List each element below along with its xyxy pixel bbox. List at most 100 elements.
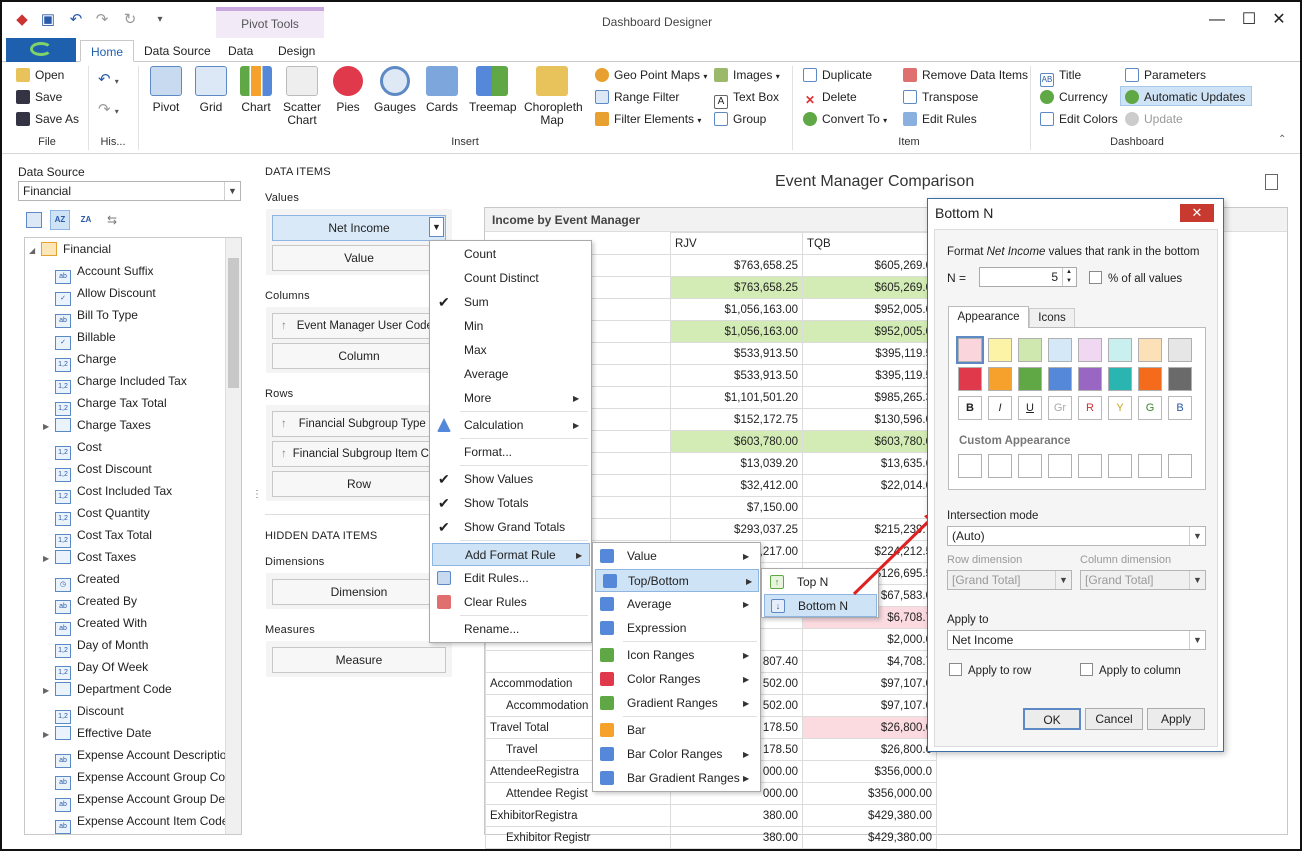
title-button[interactable]: AB Title	[1040, 65, 1081, 87]
font-style-button[interactable]: B	[958, 396, 982, 420]
financial-subgroup-type-item[interactable]: ↑ Financial Subgroup Type	[272, 411, 446, 437]
field-item[interactable]: ▶ Effective Date	[43, 722, 151, 744]
field-item[interactable]: ab Expense Account Item Code	[43, 810, 228, 834]
style-swatch[interactable]	[1078, 367, 1102, 391]
group-button[interactable]: Group	[714, 109, 766, 129]
style-swatch[interactable]	[1168, 338, 1192, 362]
net-income-dropdown-icon[interactable]: ▼	[429, 217, 444, 237]
financial-subgroup-item-item[interactable]: ↑ Financial Subgroup Item C...	[272, 441, 446, 467]
delete-button[interactable]: ✕ Delete	[803, 87, 857, 107]
style-swatch[interactable]	[988, 338, 1012, 362]
custom-appearance-slot[interactable]	[1048, 454, 1072, 478]
custom-appearance-slot[interactable]	[958, 454, 982, 478]
field-item[interactable]: 1,2 Charge Included Tax	[43, 370, 187, 394]
undo-icon[interactable]: ↶	[68, 12, 84, 28]
field-item[interactable]: 1,2 Cost Included Tax	[43, 480, 172, 504]
menu-item-bar-color-ranges[interactable]: Bar Color Ranges ▶	[593, 743, 760, 766]
expand-icon[interactable]: ▶	[43, 416, 55, 438]
field-item[interactable]: ab Created By	[43, 590, 137, 614]
tab-data[interactable]: Data	[218, 40, 263, 62]
expand-icon[interactable]: ▶	[43, 724, 55, 746]
refresh-icon[interactable]: ↻	[122, 12, 138, 28]
tab-icons[interactable]: Icons	[1029, 308, 1075, 328]
redo-button[interactable]: ↷ ▾	[98, 100, 119, 120]
menu-item-value[interactable]: Value ▶	[593, 545, 760, 568]
field-item[interactable]: ▶ Cost Taxes	[43, 546, 136, 568]
field-item[interactable]: 1,2 Cost Tax Total	[43, 524, 152, 548]
expand-icon[interactable]: ▶	[43, 548, 55, 570]
font-style-button[interactable]: Gr	[1048, 396, 1072, 420]
column-dimension-combo[interactable]: [Grand Total] ▼	[1080, 570, 1206, 590]
filter-elements-button[interactable]: Filter Elements ▾	[595, 109, 701, 129]
field-item[interactable]: 1,2 Cost Quantity	[43, 502, 150, 526]
menu-item-max[interactable]: Max	[430, 339, 591, 362]
menu-item-show-grand-totals[interactable]: ✔ Show Grand Totals	[430, 516, 591, 539]
field-item[interactable]: 1,2 Cost Discount	[43, 458, 152, 482]
apply-button[interactable]: Apply	[1147, 708, 1205, 730]
font-style-button[interactable]: B	[1168, 396, 1192, 420]
application-button[interactable]	[6, 38, 76, 62]
menu-item-min[interactable]: Min	[430, 315, 591, 338]
style-swatch[interactable]	[1138, 338, 1162, 362]
tab-data-source[interactable]: Data Source	[134, 40, 221, 62]
remove-data-items-button[interactable]: Remove Data Items	[903, 65, 1028, 85]
minimize-button[interactable]: —	[1202, 8, 1232, 32]
row-header[interactable]: Exhibitor Registr	[485, 826, 671, 849]
custom-appearance-slot[interactable]	[1078, 454, 1102, 478]
scrollbar-thumb[interactable]	[228, 258, 239, 388]
text-box-button[interactable]: A Text Box	[714, 87, 779, 109]
menu-item-bar-gradient-ranges[interactable]: Bar Gradient Ranges ▶	[593, 767, 760, 790]
font-style-button[interactable]: U	[1018, 396, 1042, 420]
style-swatch[interactable]	[1108, 338, 1132, 362]
scatter-chart-button[interactable]: Scatter Chart	[279, 66, 325, 127]
style-swatch[interactable]	[1048, 367, 1072, 391]
chart-button[interactable]: Chart	[233, 66, 279, 114]
undo-button[interactable]: ↶ ▾	[98, 70, 119, 90]
style-swatch[interactable]	[1048, 338, 1072, 362]
group-by-type-icon[interactable]	[26, 212, 42, 228]
font-style-button[interactable]: Y	[1108, 396, 1132, 420]
field-item[interactable]: 1,2 Charge	[43, 348, 116, 372]
column-header-rjv[interactable]: RJV	[670, 232, 803, 255]
menu-item-average[interactable]: Average ▶	[593, 593, 760, 616]
percent-checkbox[interactable]: % of all values	[1089, 271, 1182, 285]
tree-root-financial[interactable]: ◢ Financial	[29, 238, 111, 260]
style-swatch[interactable]	[1138, 367, 1162, 391]
column-header-tqb[interactable]: TQB	[802, 232, 937, 255]
row-header[interactable]: ExhibitorRegistra	[485, 804, 671, 827]
font-style-button[interactable]: G	[1138, 396, 1162, 420]
menu-item-average[interactable]: Average	[430, 363, 591, 386]
gauges-button[interactable]: Gauges	[372, 66, 418, 114]
field-item[interactable]: ✓ Allow Discount	[43, 282, 156, 306]
grid-button[interactable]: Grid	[188, 66, 234, 114]
menu-item-icon-ranges[interactable]: Icon Ranges ▶	[593, 644, 760, 667]
font-style-button[interactable]: R	[1078, 396, 1102, 420]
data-source-combo[interactable]: Financial ▼	[18, 181, 241, 201]
menu-item-top-bottom[interactable]: Top/Bottom ▶	[595, 569, 759, 592]
sort-descending-icon[interactable]: ZA	[78, 212, 94, 228]
field-item[interactable]: ab Account Suffix	[43, 260, 154, 284]
menu-item-expression[interactable]: Expression	[593, 617, 760, 640]
cards-button[interactable]: Cards	[419, 66, 465, 114]
spin-arrows-icon[interactable]: ▲ ▼	[1062, 268, 1075, 286]
field-list-scrollbar[interactable]	[225, 238, 241, 834]
row-dimension-combo[interactable]: [Grand Total] ▼	[947, 570, 1072, 590]
style-swatch[interactable]	[1078, 338, 1102, 362]
dimension-placeholder[interactable]: Dimension	[272, 579, 446, 605]
ok-button[interactable]: OK	[1023, 708, 1081, 730]
n-spin-input[interactable]: 5 ▲ ▼	[979, 267, 1077, 287]
custom-appearance-slot[interactable]	[1018, 454, 1042, 478]
menu-item-calculation[interactable]: Calculation ▶	[430, 414, 591, 437]
treemap-button[interactable]: Treemap	[469, 66, 517, 114]
menu-item-more[interactable]: More ▶	[430, 387, 591, 410]
menu-item-add-format-rule[interactable]: Add Format Rule ▶	[432, 543, 590, 566]
net-income-item[interactable]: Net Income	[272, 215, 446, 241]
collapse-ribbon-icon[interactable]: ⌃	[1278, 134, 1286, 145]
measure-placeholder[interactable]: Measure	[272, 647, 446, 673]
edit-rules-button[interactable]: Edit Rules	[903, 109, 977, 129]
style-swatch[interactable]	[1108, 367, 1132, 391]
menu-item-rename[interactable]: Rename...	[430, 618, 591, 641]
edit-colors-button[interactable]: Edit Colors	[1040, 109, 1118, 129]
field-item[interactable]: ab Expense Account Description	[43, 744, 233, 768]
field-item[interactable]: ab Bill To Type	[43, 304, 138, 328]
